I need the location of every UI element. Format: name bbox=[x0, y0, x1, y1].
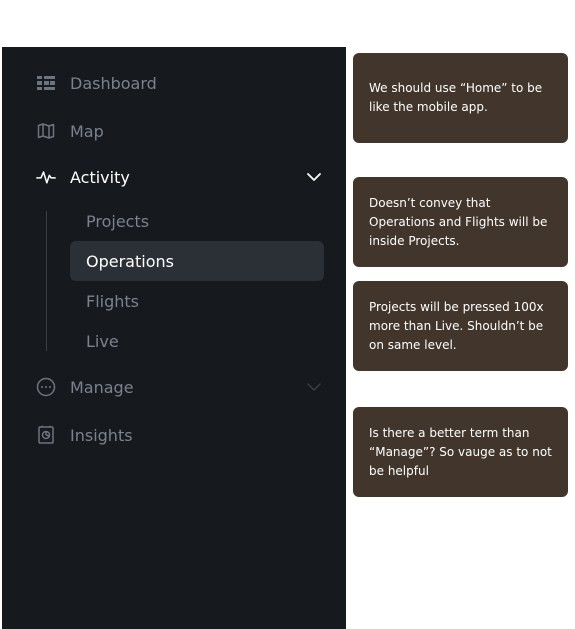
ellipsis-circle-icon bbox=[36, 377, 56, 397]
review-comment: Doesn’t convey that Operations and Fligh… bbox=[353, 177, 568, 267]
report-chart-icon bbox=[36, 425, 56, 445]
review-comment-text: We should use “Home” to be like the mobi… bbox=[369, 81, 543, 114]
review-comment-text: Projects will be pressed 100x more than … bbox=[369, 299, 544, 352]
nav-item-activity[interactable]: Activity bbox=[2, 159, 346, 195]
sidebar-nav: Dashboard Map Activity Projects Operatio… bbox=[2, 47, 346, 629]
review-comment: Projects will be pressed 100x more than … bbox=[353, 281, 568, 371]
submenu-guide-line bbox=[46, 211, 47, 351]
chevron-down-icon[interactable] bbox=[304, 377, 324, 397]
nav-label-manage: Manage bbox=[70, 377, 134, 397]
sub-item-projects[interactable]: Projects bbox=[70, 201, 324, 241]
nav-item-insights[interactable]: Insights bbox=[2, 417, 346, 453]
sub-item-operations[interactable]: Operations bbox=[70, 241, 324, 281]
sub-label-flights: Flights bbox=[86, 291, 139, 311]
review-comment: We should use “Home” to be like the mobi… bbox=[353, 53, 568, 143]
pulse-icon bbox=[36, 167, 56, 187]
chevron-down-icon[interactable] bbox=[304, 167, 324, 187]
map-icon bbox=[36, 121, 56, 141]
sub-label-live: Live bbox=[86, 331, 119, 351]
nav-label-map: Map bbox=[70, 121, 104, 141]
sub-label-operations: Operations bbox=[86, 251, 174, 271]
sub-item-flights[interactable]: Flights bbox=[70, 281, 324, 321]
review-comment-text: Is there a better term than “Manage”? So… bbox=[369, 425, 552, 478]
sub-item-live[interactable]: Live bbox=[70, 321, 324, 361]
nav-item-map[interactable]: Map bbox=[2, 113, 346, 149]
nav-label-insights: Insights bbox=[70, 425, 133, 445]
nav-label-dashboard: Dashboard bbox=[70, 73, 157, 93]
review-comment: Is there a better term than “Manage”? So… bbox=[353, 407, 568, 497]
review-comment-text: Doesn’t convey that Operations and Fligh… bbox=[369, 195, 548, 248]
dashboard-grid-icon bbox=[36, 73, 56, 93]
nav-item-dashboard[interactable]: Dashboard bbox=[2, 65, 346, 101]
nav-label-activity: Activity bbox=[70, 167, 130, 187]
nav-item-manage[interactable]: Manage bbox=[2, 369, 346, 405]
sub-label-projects: Projects bbox=[86, 211, 150, 231]
